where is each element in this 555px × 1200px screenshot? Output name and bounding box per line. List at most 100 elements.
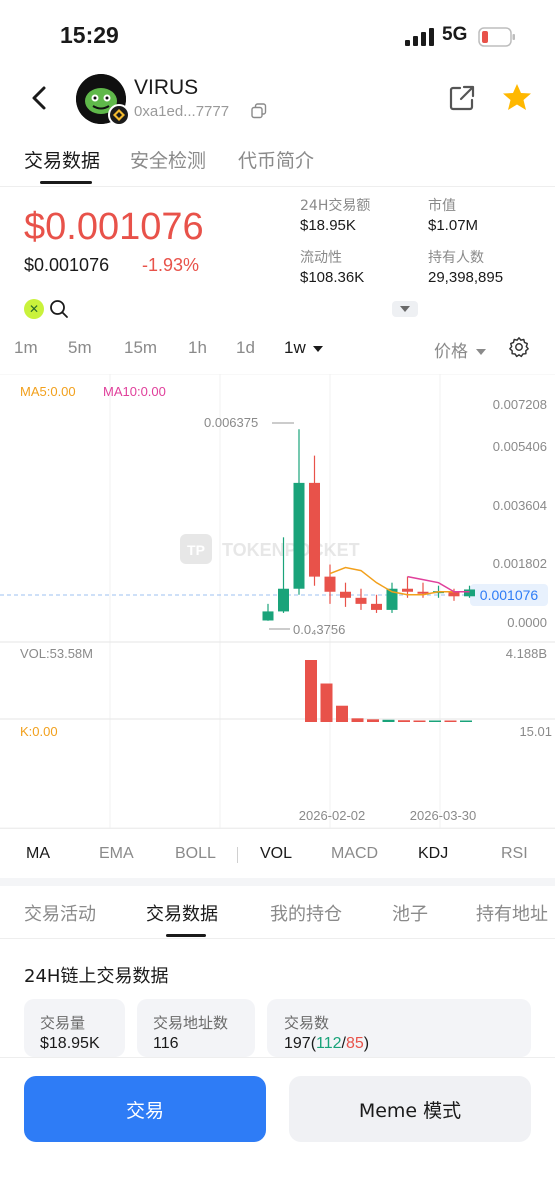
price-chart[interactable]: TP TOKENPOCKET MA5:0.00 MA10:0.00 0.0072…: [0, 374, 555, 828]
indicator-boll[interactable]: BOLL: [175, 845, 216, 863]
card-value: $18.95K: [40, 1035, 100, 1052]
divider: [0, 186, 555, 187]
chevron-down-icon: [476, 349, 487, 355]
svg-text:TP: TP: [187, 542, 205, 558]
candle-body: [278, 588, 289, 612]
y-tick: 0.001802: [493, 556, 547, 571]
indicator-ma[interactable]: MA: [26, 845, 50, 863]
card-value-tx: 197(112/85): [284, 1035, 370, 1052]
token-name: VIRUS: [134, 76, 199, 99]
stat-mcap-value: $1.07M: [428, 217, 479, 234]
stat-holders-value: 29,398,895: [428, 269, 504, 286]
interval-5m[interactable]: 5m: [68, 338, 92, 358]
stat-volume-label: 24H交易额: [300, 198, 371, 214]
volume-bar: [429, 720, 441, 722]
ma-lines: [329, 566, 470, 596]
tx-total: 197: [284, 1035, 311, 1052]
candle-body: [262, 611, 274, 621]
volume-bar: [398, 720, 410, 722]
stat-liquidity-value: $108.36K: [300, 269, 365, 286]
section-separator: [0, 878, 555, 886]
volume-bar: [351, 718, 364, 722]
x-tick: 2026-02-02: [299, 808, 366, 823]
search-icon[interactable]: [49, 299, 69, 319]
indicator-macd[interactable]: MACD: [331, 845, 378, 863]
tab-underline: [40, 181, 92, 184]
candle-body: [355, 597, 367, 604]
y-tick: 0.0000: [507, 615, 547, 630]
tab-token-intro[interactable]: 代币简介: [238, 146, 314, 173]
watermark: TP TOKENPOCKET: [180, 534, 360, 564]
card-label: 交易数: [284, 1014, 330, 1032]
volume-bar: [367, 719, 379, 722]
volume-bar: [305, 660, 317, 722]
candle-body: [340, 591, 351, 598]
copy-icon[interactable]: [251, 103, 267, 119]
candle-body: [371, 603, 382, 610]
stat-mcap-label: 市值: [428, 198, 456, 214]
price-mode-label: 价格: [434, 342, 468, 362]
kdj-label: K:0.00: [20, 724, 58, 739]
tab-trade-data[interactable]: 交易数据: [146, 900, 218, 926]
cellular-signal-icon: [405, 28, 434, 46]
interval-1w[interactable]: 1w: [284, 338, 324, 358]
volume-bar: [413, 720, 426, 722]
price-secondary: $0.001076: [24, 255, 110, 275]
tab-security-check[interactable]: 安全检测: [130, 146, 206, 173]
share-icon[interactable]: [448, 84, 476, 112]
tx-sell: 85: [346, 1035, 364, 1052]
current-price-tag-label: 0.001076: [480, 587, 539, 603]
dex-icon[interactable]: ✕: [24, 299, 44, 319]
status-time: 15:29: [60, 22, 119, 48]
meme-mode-button[interactable]: Meme 模式: [289, 1076, 531, 1142]
tab-holder-addresses[interactable]: 持有地址: [476, 900, 555, 926]
back-arrow-icon[interactable]: [26, 82, 52, 114]
indicator-rsi[interactable]: RSI: [501, 845, 528, 863]
tab-trade-activity[interactable]: 交易活动: [24, 900, 96, 926]
volume-bar: [444, 720, 457, 722]
section-title: 24H链上交易数据: [24, 966, 169, 987]
low-label: 0.0₄3756: [293, 622, 345, 637]
tab-underline: [166, 934, 206, 937]
trade-button[interactable]: 交易: [24, 1076, 266, 1142]
candle-body: [293, 482, 305, 589]
tab-trading-data[interactable]: 交易数据: [24, 146, 100, 173]
interval-1d[interactable]: 1d: [236, 338, 255, 358]
indicator-separator: [237, 847, 238, 863]
indicator-kdj[interactable]: KDJ: [418, 845, 448, 863]
watermark-text: TOKENPOCKET: [222, 540, 360, 560]
stat-holders-label: 持有人数: [428, 250, 484, 266]
candle-body: [309, 482, 320, 577]
interval-1m[interactable]: 1m: [14, 338, 38, 358]
vol-label: VOL:53.58M: [20, 646, 93, 661]
stat-card-tx-count: 交易数 197(112/85): [267, 999, 531, 1057]
divider: [0, 938, 555, 939]
candle-body: [402, 588, 413, 592]
chevron-down-icon[interactable]: [392, 301, 418, 317]
indicator-ema[interactable]: EMA: [99, 845, 134, 863]
card-value: 116: [153, 1035, 179, 1052]
candle-body: [324, 576, 336, 592]
interval-15m[interactable]: 15m: [124, 338, 157, 358]
candle-body: [464, 589, 475, 597]
favorite-star-icon[interactable]: [502, 82, 532, 112]
card-label: 交易地址数: [153, 1014, 229, 1032]
stat-liquidity-label: 流动性: [300, 250, 342, 266]
stat-card-volume: 交易量 $18.95K: [24, 999, 125, 1057]
chevron-down-icon: [313, 345, 324, 352]
volume-bar: [460, 720, 472, 722]
stat-volume-value: $18.95K: [300, 217, 356, 234]
indicator-vol[interactable]: VOL: [260, 845, 292, 863]
price-mode-select[interactable]: 价格: [434, 337, 487, 362]
divider: [0, 828, 555, 829]
battery-icon: [478, 27, 515, 47]
tab-pools[interactable]: 池子: [392, 900, 428, 926]
interval-1h[interactable]: 1h: [188, 338, 207, 358]
token-address: 0xa1ed...7777: [134, 103, 230, 120]
tab-my-holdings[interactable]: 我的持仓: [270, 900, 342, 926]
card-label: 交易量: [40, 1014, 86, 1032]
vol-max-label: 4.188B: [506, 646, 547, 661]
interval-1w-label: 1w: [284, 338, 306, 357]
gear-icon[interactable]: [508, 336, 530, 358]
y-tick: 0.003604: [493, 498, 547, 513]
